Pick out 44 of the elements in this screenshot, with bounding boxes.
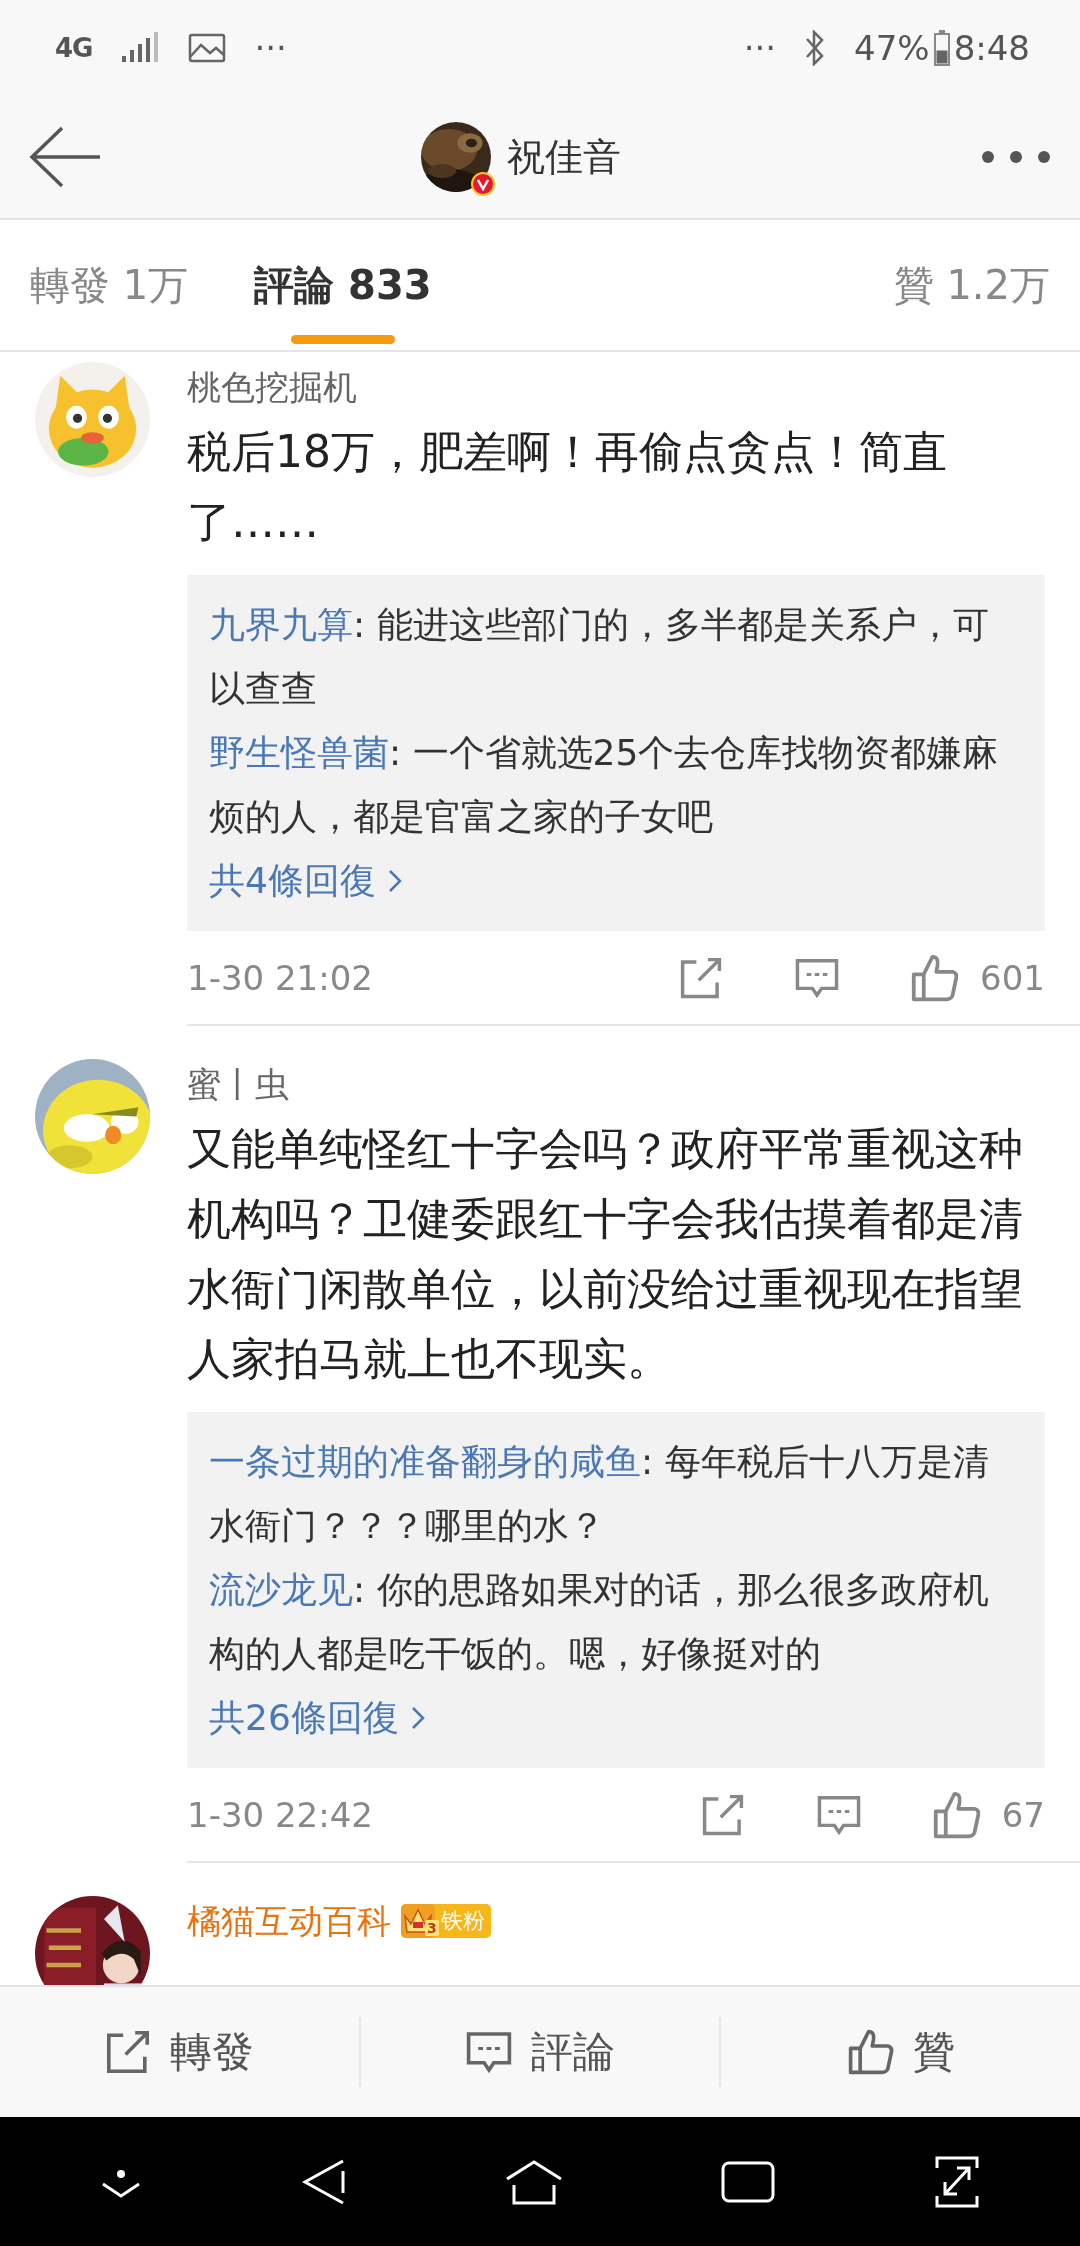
comment-button[interactable]: 評論 <box>358 2017 720 2087</box>
thumbs-up-icon <box>846 2028 895 2076</box>
back-icon[interactable] <box>28 126 102 188</box>
more-replies-link[interactable]: 共26條回復 <box>209 1686 425 1750</box>
repost-button[interactable]: 轉發 <box>0 2017 359 2087</box>
username[interactable]: 蜜丨虫 <box>187 1059 289 1109</box>
timestamp: 1-30 21:02 <box>187 957 374 998</box>
comment-text: 税后18万，肥差啊！再偷点贪点！简直了…… <box>187 425 948 549</box>
thumbs-up-icon[interactable] <box>910 952 961 1003</box>
tab[interactable]: 評論 833 <box>254 220 432 350</box>
timestamp: 1-30 22:42 <box>187 1794 374 1835</box>
reply-text: 一条过期的准备翻身的咸鱼: 每年税后十八万是清水衙门？？？哪里的水？ <box>209 1440 990 1548</box>
page-title: 祝佳音 <box>507 133 621 181</box>
crown-icon <box>401 1904 435 1938</box>
reply-author[interactable]: 九界九算 <box>209 604 353 645</box>
chevron-right-icon <box>387 869 402 893</box>
image-icon <box>188 33 227 63</box>
battery-icon <box>933 30 950 66</box>
more-icon[interactable] <box>980 149 1052 165</box>
reply-text: 野生怪兽菌: 一个省就选25个去仓库找物资都嫌麻烦的人，都是官富之家的子女吧 <box>209 731 1000 839</box>
reply-author[interactable]: 流沙龙见 <box>209 1569 353 1610</box>
username[interactable]: 桃色挖掘机 <box>187 362 357 412</box>
more-label: ··· <box>254 28 287 68</box>
tab[interactable]: 贊 1.2万 <box>893 220 1050 350</box>
reply-author[interactable]: 野生怪兽菌 <box>209 732 389 773</box>
username[interactable]: 橘猫互动百科 <box>187 1896 391 1946</box>
like-count: 67 <box>1001 1794 1045 1835</box>
recent-apps-icon[interactable] <box>721 2160 775 2203</box>
reply-author[interactable]: 一条过期的准备翻身的咸鱼 <box>209 1441 641 1482</box>
battery-percent: 47% <box>854 28 930 68</box>
signal-icon <box>120 32 161 64</box>
reply-text: 流沙龙见: 你的思路如果对的话，那么很多政府机构的人都是吃干饭的。嗯，好像挺对的 <box>209 1568 990 1676</box>
network-label: 4G <box>55 33 93 63</box>
like-button[interactable]: 贊 <box>719 2017 1080 2087</box>
like-count: 601 <box>980 957 1045 998</box>
more-replies-link[interactable]: 共4條回復 <box>209 849 402 913</box>
chevron-right-icon <box>410 1706 425 1730</box>
comment-text: 又能单纯怪红十字会吗？政府平常重视这种机构吗？卫健委跟红十字会我估摸着都是清水衙门闲散单位，以前没给过重视现在指望人家拍马就上也不现实。 <box>187 1122 1024 1386</box>
more-label: ··· <box>743 28 777 68</box>
reply-text: 九界九算: 能进这些部门的，多半都是关系户，可以查查 <box>209 603 990 711</box>
thumbs-up-icon[interactable] <box>931 1789 982 1840</box>
home-icon[interactable] <box>505 2158 563 2205</box>
tab[interactable]: 轉發 1万 <box>30 220 189 350</box>
clock: 8:48 <box>953 28 1030 68</box>
